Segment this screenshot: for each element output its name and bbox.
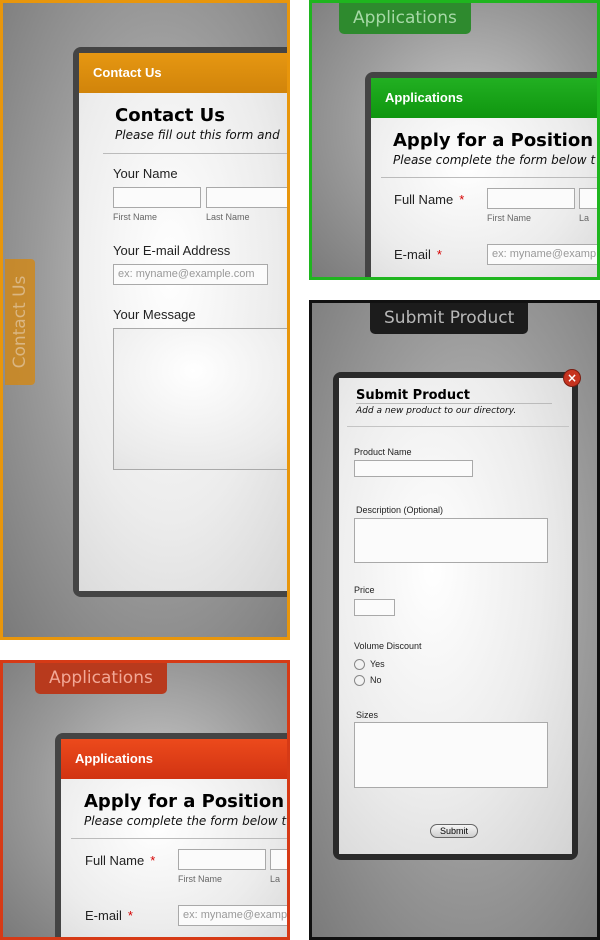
first-name-input[interactable] (113, 187, 201, 208)
email-placeholder: ex: myname@examp (183, 909, 288, 921)
form-title: Contact Us (115, 105, 226, 126)
yes-radio[interactable] (354, 659, 365, 670)
applications-panel-red: Applications Applications Apply for a Po… (0, 660, 290, 940)
form-title: Apply for a Position (393, 130, 594, 151)
contact-us-panel: Contact Us Contact Us Contact Us Please … (0, 0, 290, 640)
email-placeholder: ex: myname@examp (492, 248, 597, 260)
required-asterisk: * (459, 192, 465, 207)
first-name-sublabel: First Name (113, 212, 158, 222)
top-tab-label: Submit Product (384, 308, 515, 328)
contact-form-frame: Contact Us Contact Us Please fill out th… (73, 47, 287, 597)
submit-product-panel: Submit Product Submit Product Add a new … (309, 300, 600, 940)
application-form-frame: Applications Apply for a Position Please… (365, 72, 597, 277)
last-name-input[interactable] (270, 849, 287, 870)
email-input[interactable]: ex: myname@examp (487, 244, 597, 265)
yes-option-label[interactable]: Yes (370, 659, 385, 669)
price-label: Price (354, 585, 375, 595)
form-title: Apply for a Position (84, 791, 285, 812)
full-name-label: Full Name * (85, 853, 155, 868)
contact-form: Contact Us Contact Us Please fill out th… (79, 53, 287, 591)
email-label: Your E-mail Address (113, 243, 231, 258)
email-input[interactable]: ex: myname@example.com (113, 264, 268, 285)
first-name-sublabel: First Name (487, 213, 532, 223)
product-form: Submit Product Add a new product to our … (339, 378, 572, 854)
form-subtitle: Please fill out this form and (115, 128, 280, 142)
email-text: E-mail (85, 908, 122, 923)
full-name-text: Full Name (85, 853, 145, 868)
contact-form-header: Contact Us (79, 53, 287, 93)
sizes-label: Sizes (356, 710, 379, 720)
application-form-header: Applications (61, 739, 287, 779)
email-input[interactable]: ex: myname@examp (178, 905, 288, 926)
sizes-textarea[interactable] (354, 722, 548, 788)
form-subtitle: Please complete the form below t (393, 153, 596, 167)
submit-button[interactable]: Submit (430, 824, 478, 838)
form-subtitle: Add a new product to our directory. (356, 406, 517, 416)
your-name-label: Your Name (113, 166, 178, 181)
no-option-label[interactable]: No (370, 675, 382, 685)
header-divider (103, 153, 287, 154)
product-name-label: Product Name (354, 447, 412, 457)
header-divider (71, 838, 287, 839)
required-asterisk: * (127, 908, 133, 923)
side-tab-label: Contact Us (10, 275, 30, 369)
last-name-input[interactable] (206, 187, 287, 208)
header-divider (381, 177, 597, 178)
volume-discount-label: Volume Discount (354, 641, 422, 651)
close-icon[interactable]: × (563, 369, 581, 387)
applications-panel-green: Applications Applications Apply for a Po… (309, 0, 600, 280)
last-name-input[interactable] (579, 188, 597, 209)
required-asterisk: * (150, 853, 156, 868)
product-name-input[interactable] (354, 460, 473, 477)
required-asterisk: * (436, 247, 442, 262)
email-text: E-mail (394, 247, 431, 262)
email-label: E-mail * (85, 908, 133, 923)
last-name-sublabel: La (579, 213, 590, 223)
last-name-sublabel: La (270, 874, 281, 884)
application-form: Applications Apply for a Position Please… (371, 78, 597, 277)
submit-product-top-tab[interactable]: Submit Product (370, 303, 529, 334)
no-radio[interactable] (354, 675, 365, 686)
application-form-frame: Applications Apply for a Position Please… (55, 733, 288, 937)
description-textarea[interactable] (354, 518, 548, 563)
product-form-frame: Submit Product Add a new product to our … (333, 372, 578, 860)
first-name-sublabel: First Name (178, 874, 223, 884)
top-tab-label: Applications (49, 668, 153, 688)
price-input[interactable] (354, 599, 395, 616)
message-label: Your Message (113, 307, 196, 322)
contact-us-side-tab[interactable]: Contact Us (5, 259, 35, 385)
full-name-text: Full Name (394, 192, 454, 207)
application-form: Applications Apply for a Position Please… (61, 739, 288, 937)
applications-top-tab[interactable]: Applications (35, 663, 167, 694)
first-name-input[interactable] (178, 849, 266, 870)
email-label: E-mail * (394, 247, 442, 262)
message-textarea[interactable] (113, 328, 287, 470)
description-label: Description (Optional) (356, 505, 444, 515)
form-title: Submit Product (356, 388, 471, 403)
applications-top-tab[interactable]: Applications (339, 3, 471, 34)
full-name-label: Full Name * (394, 192, 464, 207)
last-name-sublabel: Last Name (206, 212, 250, 222)
first-name-input[interactable] (487, 188, 575, 209)
form-subtitle: Please complete the form below t (84, 814, 287, 828)
application-form-header: Applications (371, 78, 597, 118)
title-underline (356, 403, 552, 404)
top-tab-label: Applications (353, 8, 457, 28)
email-placeholder: ex: myname@example.com (118, 268, 255, 280)
header-divider (347, 426, 569, 427)
